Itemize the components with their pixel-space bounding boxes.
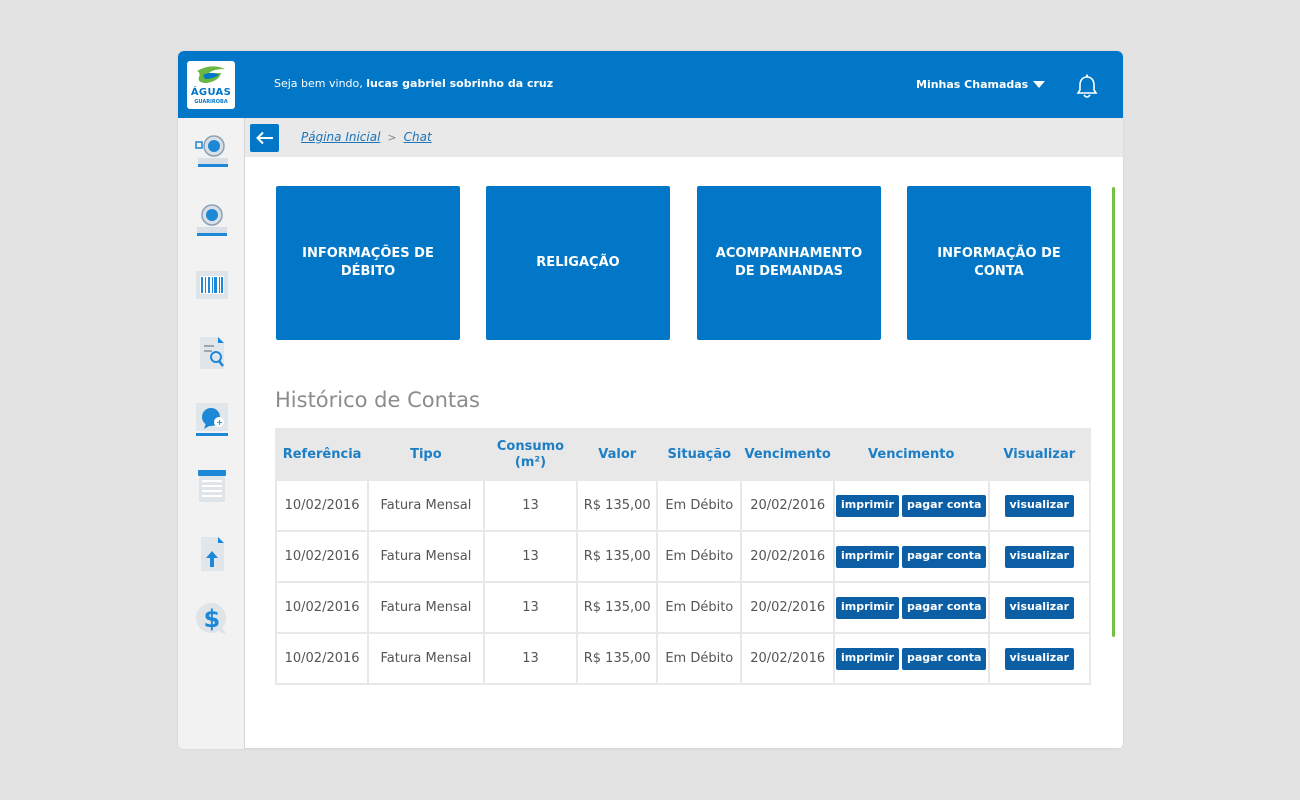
arrow-left-icon — [255, 131, 273, 145]
logo-subtext: GUARIROBA — [194, 99, 228, 105]
pay-bill-button[interactable]: pagar conta — [901, 494, 987, 517]
aguas-guariroba-logo[interactable]: ÁGUAS GUARIROBA — [187, 61, 235, 109]
divider — [245, 748, 1123, 749]
view-button[interactable]: visualizar — [1004, 494, 1075, 517]
table-header-row: Referência Tipo Consumo (m²) Valor Situa… — [277, 430, 1089, 479]
breadcrumb-home-link[interactable]: Página Inicial — [301, 130, 380, 144]
reference-cell: 10/02/2016 — [277, 634, 368, 683]
consumption-cell: 13 — [484, 481, 577, 530]
welcome-prefix: Seja bem vindo, — [274, 77, 367, 90]
tile-reconnection[interactable]: RELIGAÇÃO — [486, 186, 670, 340]
table-row: 10/02/2016 Fatura Mensal 13 R$ 135,00 Em… — [277, 532, 1089, 581]
value-cell: R$ 135,00 — [578, 634, 657, 683]
actions-cell: imprimir pagar conta — [834, 583, 988, 632]
welcome-message: Seja bem vindo, lucas gabriel sobrinho d… — [274, 77, 553, 90]
tile-debt-info[interactable]: INFORMAÇÕES DE DÉBITO — [276, 186, 460, 340]
print-button[interactable]: imprimir — [836, 494, 899, 517]
actions-cell: imprimir pagar conta — [834, 532, 988, 581]
document-search-icon[interactable] — [193, 334, 231, 372]
table-row: 10/02/2016 Fatura Mensal 13 R$ 135,00 Em… — [277, 583, 1089, 632]
value-cell: R$ 135,00 — [578, 481, 657, 530]
tile-account-info[interactable]: INFORMAÇÃO DE CONTA — [907, 186, 1091, 340]
sidebar: + $ — [178, 118, 245, 749]
status-cell: Em Débito — [658, 583, 741, 632]
due-date-cell: 20/02/2016 — [742, 532, 833, 581]
view-button[interactable]: visualizar — [1004, 596, 1075, 619]
water-meter-alt-icon[interactable] — [193, 201, 231, 239]
logo-text: ÁGUAS — [190, 87, 232, 98]
breadcrumb-current-link[interactable]: Chat — [404, 130, 432, 144]
column-header[interactable]: Referência — [277, 430, 368, 479]
due-date-cell: 20/02/2016 — [742, 634, 833, 683]
reference-cell: 10/02/2016 — [277, 481, 368, 530]
history-table: Referência Tipo Consumo (m²) Valor Situa… — [275, 428, 1091, 685]
column-header[interactable]: Visualizar — [989, 430, 1089, 479]
print-button[interactable]: imprimir — [836, 545, 899, 568]
view-cell: visualizar — [989, 481, 1089, 530]
app-window: ÁGUAS GUARIROBA Seja bem vindo, lucas ga… — [178, 51, 1123, 749]
svg-text:$: $ — [204, 605, 221, 633]
actions-cell: imprimir pagar conta — [834, 481, 988, 530]
upload-document-icon[interactable] — [193, 535, 231, 573]
due-date-cell: 20/02/2016 — [742, 481, 833, 530]
table-row: 10/02/2016 Fatura Mensal 13 R$ 135,00 Em… — [277, 634, 1089, 683]
status-cell: Em Débito — [658, 532, 741, 581]
reference-cell: 10/02/2016 — [277, 532, 368, 581]
pay-bill-button[interactable]: pagar conta — [901, 647, 987, 670]
print-button[interactable]: imprimir — [836, 596, 899, 619]
reference-cell: 10/02/2016 — [277, 583, 368, 632]
column-header[interactable]: Tipo — [369, 430, 483, 479]
type-cell: Fatura Mensal — [369, 532, 483, 581]
column-header[interactable]: Consumo (m²) — [484, 430, 577, 479]
view-button[interactable]: visualizar — [1004, 647, 1075, 670]
column-header[interactable]: Valor — [578, 430, 657, 479]
chat-support-icon[interactable]: + — [193, 401, 231, 439]
print-button[interactable]: imprimir — [836, 647, 899, 670]
bill-list-icon[interactable] — [193, 468, 231, 506]
actions-cell: imprimir pagar conta — [834, 634, 988, 683]
consumption-cell: 13 — [484, 583, 577, 632]
history-title: Histórico de Contas — [275, 388, 480, 412]
view-button[interactable]: visualizar — [1004, 545, 1075, 568]
column-header[interactable]: Situação — [658, 430, 741, 479]
pay-bill-button[interactable]: pagar conta — [901, 545, 987, 568]
type-cell: Fatura Mensal — [369, 583, 483, 632]
column-header[interactable]: Vencimento — [742, 430, 833, 479]
top-header: ÁGUAS GUARIROBA Seja bem vindo, lucas ga… — [178, 51, 1123, 118]
column-header[interactable]: Vencimento — [834, 430, 988, 479]
view-cell: visualizar — [989, 532, 1089, 581]
barcode-icon[interactable] — [193, 266, 231, 304]
breadcrumb-bar: Página Inicial > Chat — [245, 118, 1123, 157]
consumption-cell: 13 — [484, 634, 577, 683]
bell-icon[interactable] — [1076, 74, 1098, 100]
consumption-cell: 13 — [484, 532, 577, 581]
status-cell: Em Débito — [658, 634, 741, 683]
user-name: lucas gabriel sobrinho da cruz — [366, 77, 554, 90]
value-cell: R$ 135,00 — [578, 583, 657, 632]
chevron-down-icon[interactable] — [1033, 81, 1045, 88]
breadcrumb-separator: > — [387, 131, 397, 144]
pay-bill-button[interactable]: pagar conta — [901, 596, 987, 619]
my-calls-menu[interactable]: Minhas Chamadas — [916, 78, 1028, 91]
due-date-cell: 20/02/2016 — [742, 583, 833, 632]
type-cell: Fatura Mensal — [369, 634, 483, 683]
view-cell: visualizar — [989, 583, 1089, 632]
type-cell: Fatura Mensal — [369, 481, 483, 530]
value-cell: R$ 135,00 — [578, 532, 657, 581]
water-meter-icon[interactable] — [193, 132, 231, 170]
logo-drop-icon — [197, 66, 225, 83]
breadcrumb: Página Inicial > Chat — [301, 130, 432, 144]
view-cell: visualizar — [989, 634, 1089, 683]
tile-demand-tracking[interactable]: ACOMPANHAMENTO DE DEMANDAS — [697, 186, 881, 340]
svg-text:+: + — [216, 418, 223, 427]
table-row: 10/02/2016 Fatura Mensal 13 R$ 135,00 Em… — [277, 481, 1089, 530]
back-button[interactable] — [250, 124, 279, 152]
payment-dollar-icon[interactable]: $ — [193, 601, 231, 639]
scrollbar[interactable] — [1112, 187, 1115, 637]
status-cell: Em Débito — [658, 481, 741, 530]
